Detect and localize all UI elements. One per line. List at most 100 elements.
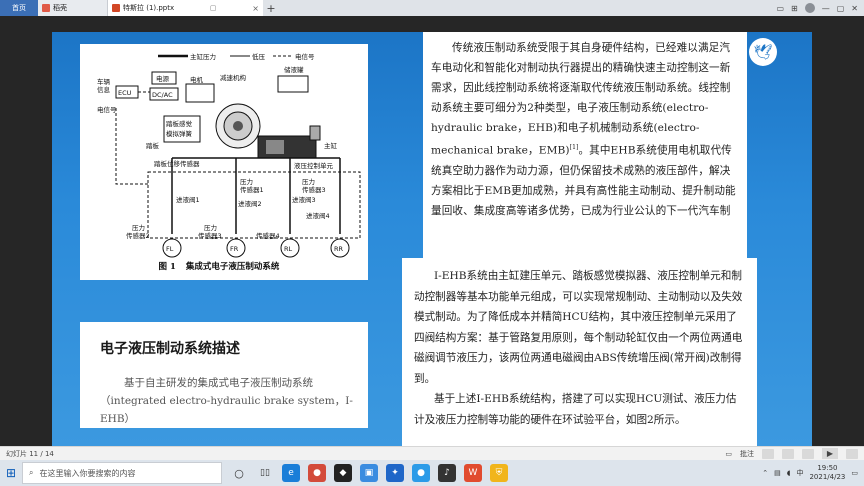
label-ps4-b: 传感器4 (256, 231, 280, 240)
slide-counter: 幻灯片 11 / 14 (6, 449, 54, 458)
slide: 主缸压力 低压 电信号 车辆 信息 ECU 电信号 电源 DC/AC 电机 减速… (52, 32, 812, 462)
label-ps2-b: 传感器2 (126, 231, 150, 240)
search-placeholder: 在这里输入你要搜索的内容 (39, 468, 136, 478)
label-info: 信息 (97, 85, 111, 94)
qq-icon[interactable]: ◆ (334, 464, 352, 482)
close-tab-icon[interactable]: × (252, 4, 259, 13)
volume-icon[interactable]: ◖ (787, 469, 791, 477)
tab-home[interactable]: 首页 (0, 0, 38, 16)
slide-stage: 主缸压力 低压 电信号 车辆 信息 ECU 电信号 电源 DC/AC 电机 减速… (0, 16, 864, 462)
gear-hub (233, 121, 243, 131)
label-motor: 电机 (190, 75, 204, 84)
tile-icon[interactable]: ⊞ (791, 4, 798, 13)
task-view-icon[interactable]: ▯▯ (256, 464, 274, 482)
feishu-icon[interactable]: ✦ (386, 464, 404, 482)
label-ps3-b: 传感器3 (198, 231, 222, 240)
label-pedal: 踏板 (146, 141, 160, 150)
view-sorter-button[interactable] (782, 448, 794, 459)
tab-pptx[interactable]: 特斯拉 (1).pptx ▢ × (108, 0, 263, 16)
figure-caption: 图 1 集成式电子液压制动系统 (80, 260, 368, 272)
tab-docer[interactable]: 稻壳 (38, 0, 108, 16)
defender-icon[interactable]: ⛨ (490, 464, 508, 482)
view-reading-button[interactable] (802, 448, 814, 459)
label-ps-top-b: 传感器1 (240, 185, 264, 194)
section-title: 电子液压制动系统描述 (100, 341, 240, 357)
notification-icon[interactable]: ▭ (851, 469, 858, 477)
master-cylinder-piston (266, 140, 284, 154)
label-vehicle: 车辆 (97, 77, 111, 86)
label-rr: RR (334, 245, 344, 253)
tab-bar: 首页 稻壳 特斯拉 (1).pptx ▢ × + ▭ ⊞ — ▢ ✕ (0, 0, 864, 16)
label-inlet2: 进液阀2 (238, 199, 262, 208)
status-bar: 幻灯片 11 / 14 ▭ 批注 ▶ (0, 446, 864, 460)
clock-date: 2021/4/23 (809, 473, 846, 481)
section-body: 基于自主研发的集成式电子液压制动系统 (124, 377, 313, 389)
taskbar-search[interactable]: ⌕ 在这里输入你要搜索的内容 (22, 462, 222, 484)
brake-system-diagram: 主缸压力 低压 电信号 车辆 信息 ECU 电信号 电源 DC/AC 电机 减速… (97, 52, 361, 258)
legend-pressure: 主缸压力 (190, 52, 216, 61)
label-pedal-sim2: 模拟弹簧 (166, 129, 193, 138)
figure-caption-num: 图 1 (158, 262, 176, 272)
tab-home-label: 首页 (12, 4, 26, 12)
label-fr: FR (230, 245, 239, 253)
avatar[interactable] (804, 3, 815, 13)
text-block-2: I-EHB系统由主缸建压单元、踏板感觉模拟器、液压控制单元和制动控制器等基本功能… (402, 258, 757, 462)
label-ps3-a: 压力 (204, 223, 217, 232)
view-normal-button[interactable] (762, 448, 774, 459)
reservoir-box (277, 75, 309, 93)
bird-logo-icon[interactable]: 🕊 (749, 38, 777, 66)
tab-pptx-label: 特斯拉 (1).pptx (123, 4, 175, 12)
label-rl: RL (284, 245, 293, 253)
taskbar: ⊞ ⌕ 在这里输入你要搜索的内容 ○ ▯▯ e ● ◆ ▣ ✦ ● ♪ W ⛨ ⌃… (0, 460, 864, 486)
label-elec-signal: 电信号 (97, 105, 117, 114)
motor-box (185, 83, 215, 103)
label-inlet1: 进液阀1 (176, 195, 200, 204)
label-fl: FL (166, 245, 174, 253)
tray-chevron-icon[interactable]: ⌃ (762, 469, 768, 477)
label-reducer: 减速机构 (220, 73, 247, 82)
music-icon[interactable]: ♪ (438, 464, 456, 482)
figure-caption-text: 集成式电子液压制动系统 (185, 262, 280, 272)
wps-icon[interactable]: W (464, 464, 482, 482)
note-button[interactable]: 批注 (740, 449, 754, 459)
search-icon: ⌕ (29, 468, 34, 477)
label-reservoir: 储液罐 (284, 65, 304, 74)
para2-p1: I-EHB系统由主缸建压单元、踏板感觉模拟器、液压控制单元和制动控制器等基本功能… (414, 270, 743, 385)
text-block-1: 传统液压制动系统受限于其自身硬件结构，已经难以满足汽车电动化和智能化对制动执行器… (423, 32, 747, 260)
label-dcac: DC/AC (152, 91, 173, 99)
play-button[interactable]: ▶ (822, 448, 838, 459)
legend-low: 低压 (252, 52, 266, 61)
windows-start-icon[interactable]: ⊞ (0, 460, 22, 486)
app-icon[interactable]: ● (412, 464, 430, 482)
system-tray: ⌃ ▤ ◖ 中 19:50 2021/4/23 ▭ (762, 464, 864, 482)
store-icon[interactable]: ▣ (360, 464, 378, 482)
chrome-icon[interactable]: ● (308, 464, 326, 482)
new-tab-button[interactable]: + (263, 2, 279, 15)
para1-text: 传统液压制动系统受限于其自身硬件结构，已经难以满足汽车电动化和智能化对制动执行器… (431, 42, 731, 157)
close-window-icon[interactable]: ✕ (851, 4, 858, 13)
ime-indicator[interactable]: 中 (796, 468, 803, 478)
maximize-icon[interactable]: ▢ (837, 4, 845, 13)
clock-time: 19:50 (817, 464, 838, 472)
clock[interactable]: 19:50 2021/4/23 (809, 464, 845, 482)
label-power: 电源 (156, 74, 170, 83)
window-layout-icon[interactable]: ▭ (776, 4, 784, 13)
label-ps2-a: 压力 (132, 223, 145, 232)
valve-top (309, 125, 321, 141)
network-icon[interactable]: ▤ (774, 469, 781, 477)
note-icon[interactable]: ▭ (725, 450, 732, 458)
label-ecu: ECU (118, 89, 132, 97)
zoom-button[interactable] (846, 448, 858, 459)
description-box: 电子液压制动系统描述 基于自主研发的集成式电子液压制动系统 （integrate… (80, 322, 368, 428)
cortana-icon[interactable]: ○ (230, 464, 248, 482)
para2-p2: 基于上述I-EHB系统结构，搭建了可以实现HCU测试、液压力估计及液压力控制等功… (414, 393, 737, 426)
minimize-icon[interactable]: — (822, 4, 830, 13)
signal-line-2 (115, 108, 148, 185)
label-ps-right-b: 传感器3 (302, 185, 326, 194)
label-ps-right-a: 压力 (302, 177, 315, 186)
label-inlet3: 进液阀3 (292, 195, 316, 204)
label-hcu: 液压控制单元 (294, 161, 334, 170)
float-window-icon[interactable]: ▢ (210, 4, 217, 12)
edge-icon[interactable]: e (282, 464, 300, 482)
label-pedal-sensor: 踏板位移传感器 (154, 159, 200, 168)
